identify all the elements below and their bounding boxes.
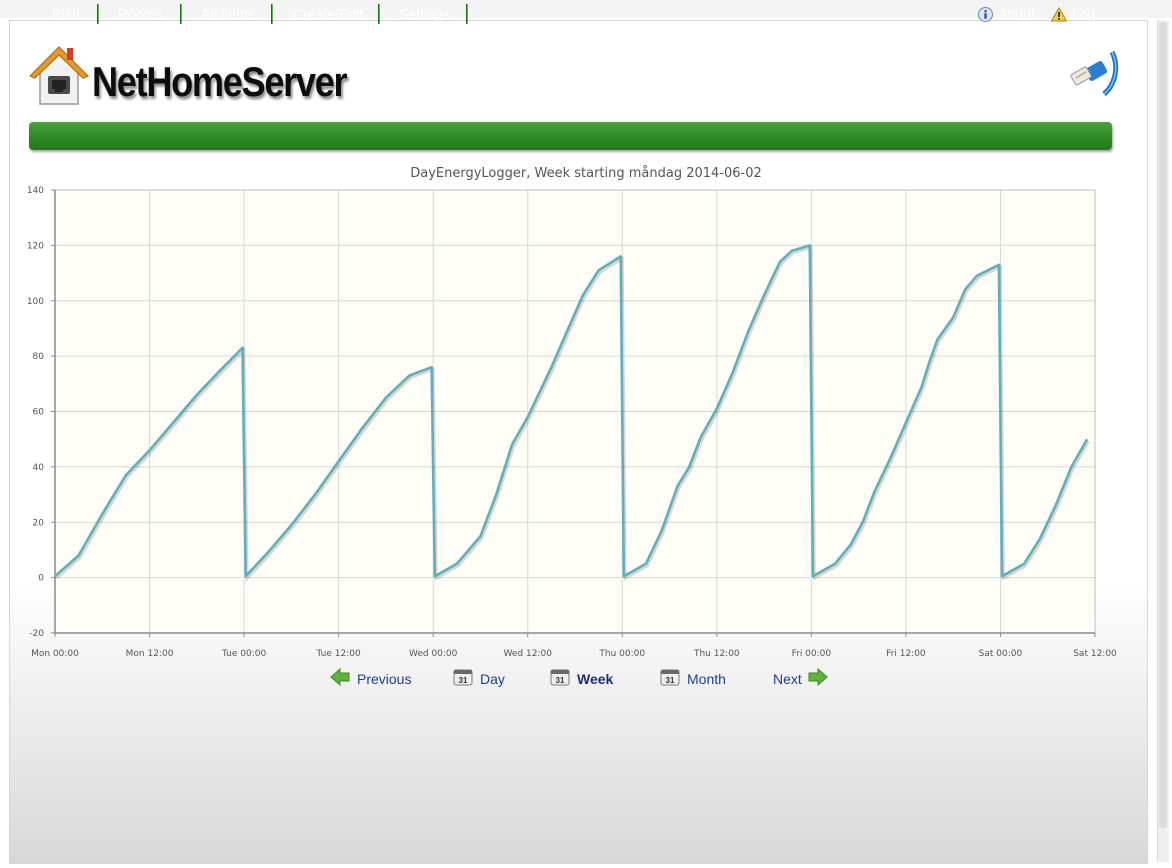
svg-text:31: 31 [666,676,675,685]
month-link[interactable]: Month [687,671,726,687]
x-tick-label: Tue 12:00 [316,649,361,659]
x-tick-label: Fri 12:00 [886,649,926,659]
y-tick-label: 60 [33,408,45,418]
x-tick-label: Thu 00:00 [598,649,645,659]
x-tick-label: Mon 00:00 [31,649,79,659]
x-tick-label: Sat 00:00 [979,649,1023,659]
energy-chart: -20 0 20 40 60 80 100 120 140 Mon 00:00 Mon 12:00 T… [27,186,1117,659]
x-tick-label: Fri 00:00 [792,649,832,659]
y-tick-label: 0 [38,574,44,584]
y-tick-label: 140 [27,186,44,196]
week-link[interactable]: Week [577,671,613,687]
calendar-icon[interactable]: 31 [550,668,570,686]
arrow-left-icon[interactable] [330,668,350,686]
x-tick-label: Mon 12:00 [126,649,174,659]
x-tick-label: Wed 12:00 [504,649,553,659]
x-tick-label: Thu 12:00 [693,649,740,659]
x-tick-label: Sat 12:00 [1073,649,1117,659]
y-tick-label: 40 [33,463,45,473]
y-tick-label: 80 [33,352,45,362]
svg-text:31: 31 [556,676,565,685]
y-tick-label: 120 [27,241,44,251]
svg-text:31: 31 [459,676,468,685]
previous-link[interactable]: Previous [357,671,411,687]
arrow-right-icon[interactable] [808,668,828,686]
y-tick-label: 100 [27,297,44,307]
y-tick-label: -20 [29,629,44,639]
x-tick-label: Wed 00:00 [409,649,458,659]
calendar-icon[interactable]: 31 [453,668,473,686]
calendar-icon[interactable]: 31 [660,668,680,686]
next-link[interactable]: Next [773,671,802,687]
y-tick-label: 20 [33,518,45,528]
day-link[interactable]: Day [480,671,505,687]
x-tick-label: Tue 00:00 [221,649,266,659]
